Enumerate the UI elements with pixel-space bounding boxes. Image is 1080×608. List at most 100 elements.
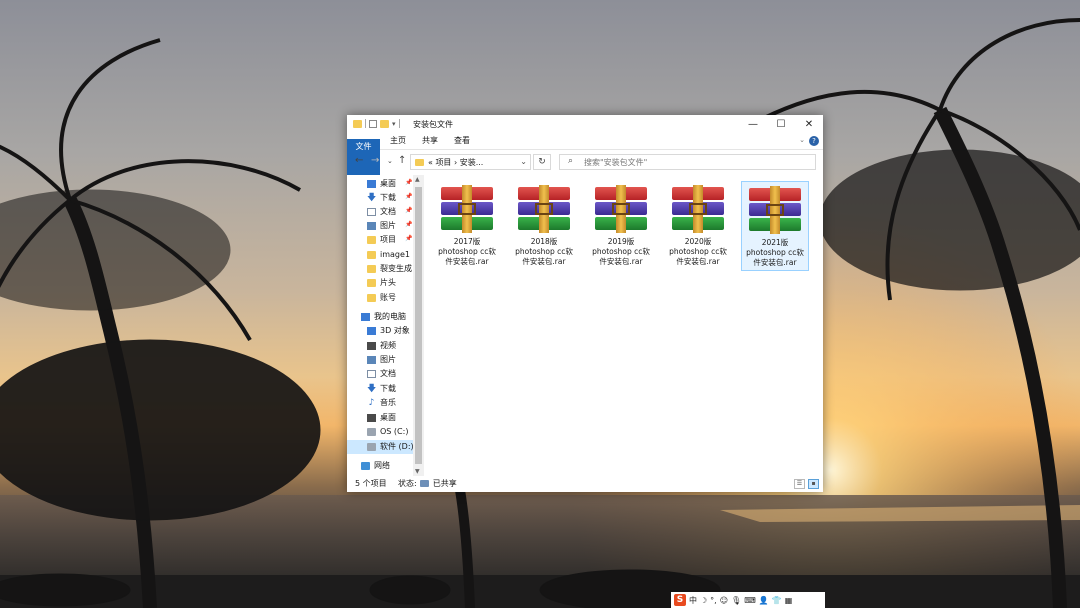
nav-item-label: OS (C:) <box>380 427 409 436</box>
pin-icon: 📌 <box>405 193 413 200</box>
nav-item-label: 桌面 <box>380 179 396 188</box>
large-icons-view-icon[interactable]: ▪ <box>808 479 819 489</box>
maximize-button[interactable]: ☐ <box>767 115 795 133</box>
tab-view[interactable]: 查看 <box>449 133 475 149</box>
file-item-2021[interactable]: 2021版 photoshop cc软 件安装包.rar <box>741 181 809 271</box>
emoji-icon[interactable]: ☺ <box>720 596 728 605</box>
nav-item-videos[interactable]: 视频 <box>347 339 413 353</box>
back-arrow-icon[interactable]: ← <box>355 155 363 166</box>
nav-item-desktop[interactable]: 桌面 📌 <box>347 177 413 191</box>
skin-icon[interactable]: 👕 <box>772 596 782 605</box>
nav-pane-scrollbar[interactable]: ▲ ▼ <box>413 175 424 476</box>
nav-item-pictures[interactable]: 图片 📌 <box>347 219 413 233</box>
nav-item-downloads[interactable]: 🡇 下载 📌 <box>347 191 413 205</box>
file-item-2018[interactable]: 2018版 photoshop cc软 件安装包.rar <box>510 181 578 271</box>
scroll-down-icon[interactable]: ▼ <box>415 468 420 475</box>
nav-item-fission[interactable]: 裂变生成 <box>347 262 413 276</box>
nav-item-this-pc[interactable]: 我的电脑 <box>347 310 413 324</box>
details-view-icon[interactable]: ☰ <box>794 479 805 489</box>
nav-item-label: 软件 (D:) <box>380 442 414 451</box>
microphone-icon[interactable]: 🎙 <box>731 596 741 605</box>
forward-arrow-icon[interactable]: → <box>371 155 379 166</box>
punctuation-icon[interactable]: °, <box>710 596 717 605</box>
toolbar-separator <box>365 119 366 128</box>
sogou-ime-icon[interactable]: S <box>674 594 686 606</box>
computer-icon <box>361 313 370 321</box>
quick-access-toolbar: ▾ <box>353 119 400 128</box>
tab-share[interactable]: 共享 <box>417 133 443 149</box>
nav-item-drive-c[interactable]: OS (C:) <box>347 425 413 439</box>
nav-item-label: 文档 <box>380 369 396 378</box>
nav-item-label: 项目 <box>380 235 396 244</box>
new-folder-icon[interactable] <box>380 119 389 128</box>
pin-icon: 📌 <box>405 235 413 242</box>
ime-toolbar[interactable]: S 中 ☽ °, ☺ 🎙 ⌨ 👤 👕 ▦ <box>671 592 825 608</box>
nav-item-intro[interactable]: 片头 <box>347 276 413 290</box>
folder-icon <box>367 251 376 259</box>
3d-objects-icon <box>367 327 376 335</box>
nav-item-3d-objects[interactable]: 3D 对象 <box>347 324 413 338</box>
half-width-icon[interactable]: ☽ <box>700 596 707 605</box>
download-icon: 🡇 <box>367 193 377 203</box>
breadcrumb[interactable]: « 项目 › 安装... <box>428 157 483 168</box>
title-bar: ▾ 安装包文件 — ☐ ✕ <box>347 115 823 133</box>
nav-item-label: 网络 <box>374 461 390 470</box>
ime-mode[interactable]: 中 <box>689 595 697 606</box>
nav-item-pc-desktop[interactable]: 桌面 <box>347 411 413 425</box>
status-label: 状态: <box>398 479 417 488</box>
scroll-up-icon[interactable]: ▲ <box>415 176 420 183</box>
keyboard-icon[interactable]: ⌨ <box>744 596 756 605</box>
file-item-2019[interactable]: 2019版 photoshop cc软 件安装包.rar <box>587 181 655 271</box>
file-item-2020[interactable]: 2020版 photoshop cc软 件安装包.rar <box>664 181 732 271</box>
network-icon <box>361 462 370 470</box>
user-icon[interactable]: 👤 <box>759 596 769 605</box>
nav-item-label: 下载 <box>380 384 396 393</box>
address-bar[interactable]: « 项目 › 安装... ⌄ <box>410 154 531 170</box>
toolbar-separator <box>398 119 400 128</box>
winrar-archive-icon <box>593 185 649 233</box>
address-dropdown-icon[interactable]: ⌄ <box>520 157 527 166</box>
pin-icon: 📌 <box>405 221 413 228</box>
menu-grid-icon[interactable]: ▦ <box>785 596 793 605</box>
up-arrow-icon[interactable]: ↑ <box>398 155 406 166</box>
nav-item-image1[interactable]: image1 <box>347 248 413 262</box>
nav-item-drive-d[interactable]: 软件 (D:) <box>347 440 414 454</box>
picture-icon <box>367 356 376 364</box>
help-icon[interactable]: ? <box>809 136 819 146</box>
nav-item-pc-pictures[interactable]: 图片 <box>347 353 413 367</box>
close-button[interactable]: ✕ <box>795 115 823 133</box>
nav-item-network[interactable]: 网络 <box>347 459 413 473</box>
nav-item-pc-downloads[interactable]: 🡇 下载 <box>347 382 413 396</box>
status-bar: 5 个项目 状态: 已共享 ☰ ▪ <box>347 476 823 492</box>
minimize-button[interactable]: — <box>739 115 767 133</box>
winrar-archive-icon <box>747 186 803 234</box>
tab-home[interactable]: 主页 <box>385 133 411 149</box>
scrollbar-thumb[interactable] <box>415 187 422 464</box>
folder-icon <box>367 236 376 244</box>
search-icon: ⌕ <box>568 156 574 166</box>
nav-item-label: 下载 <box>380 193 396 202</box>
properties-icon[interactable] <box>369 119 377 128</box>
nav-item-label: 图片 <box>380 355 396 364</box>
pin-icon: 📌 <box>405 179 413 186</box>
nav-item-documents[interactable]: 文档 📌 <box>347 205 413 219</box>
nav-item-music[interactable]: ♪ 音乐 <box>347 396 413 410</box>
navigation-pane: 桌面 📌 🡇 下载 📌 文档 📌 图片 📌 项目 📌 image1 裂变生成 片… <box>347 175 419 476</box>
file-name: 2019版 photoshop cc软 件安装包.rar <box>592 237 650 266</box>
share-status: 状态: 已共享 <box>398 478 457 489</box>
search-input[interactable]: ⌕ 搜索"安装包文件" <box>559 154 816 170</box>
file-item-2017[interactable]: 2017版 photoshop cc软 件安装包.rar <box>433 181 501 271</box>
nav-item-projects[interactable]: 项目 📌 <box>347 233 413 247</box>
drive-icon <box>367 428 376 436</box>
customize-toolbar-icon[interactable]: ▾ <box>392 120 396 128</box>
refresh-button[interactable]: ↻ <box>533 154 551 170</box>
expand-ribbon-icon[interactable]: ⌄ <box>799 136 805 144</box>
nav-item-label: 裂变生成 <box>380 264 412 273</box>
nav-item-pc-documents[interactable]: 文档 <box>347 367 413 381</box>
winrar-archive-icon <box>670 185 726 233</box>
nav-item-label: image1 <box>380 250 411 259</box>
winrar-archive-icon <box>439 185 495 233</box>
shared-icon <box>420 480 430 487</box>
recent-locations-icon[interactable]: ⌄ <box>387 157 393 165</box>
nav-item-accounts[interactable]: 账号 <box>347 291 413 305</box>
